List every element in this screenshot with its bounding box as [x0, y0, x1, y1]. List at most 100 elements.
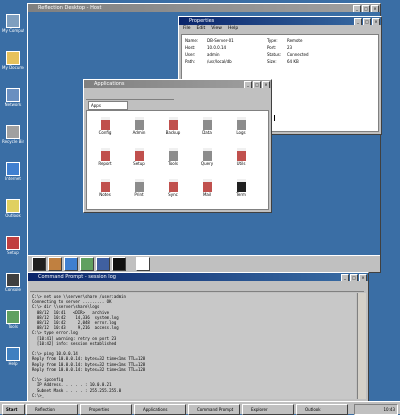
taskbar-button[interactable]: Reflection	[26, 404, 78, 415]
menu-file[interactable]: File	[183, 25, 191, 32]
properties-cell: Remote	[287, 38, 303, 43]
minimize-button[interactable]: _	[341, 274, 349, 281]
file-item[interactable]: Sync	[161, 179, 185, 197]
start-button[interactable]: Start	[2, 404, 25, 415]
console-icon	[6, 273, 20, 287]
maximize-button[interactable]: □	[350, 274, 358, 281]
desktop-icon-label: Help	[8, 361, 18, 366]
file-item[interactable]: Notes	[93, 179, 117, 197]
chart-icon[interactable]	[48, 257, 62, 271]
explorer-titlebar[interactable]: Applications _ □ ×	[84, 80, 271, 88]
file-item[interactable]: Term	[229, 179, 253, 197]
menu-view[interactable]: View	[211, 25, 222, 32]
file-item[interactable]: Mail	[195, 179, 219, 197]
close-button[interactable]: ×	[262, 81, 270, 88]
taskbar-button[interactable]: Properties	[80, 404, 132, 415]
recycle-bin-icon	[6, 125, 20, 139]
file-label: Notes	[99, 192, 111, 197]
file-icon	[236, 117, 246, 130]
desktop-icons: My Computer My Documents Network Recycle Bi…	[0, 0, 26, 400]
desktop-icon-label: Console	[5, 287, 21, 292]
quick-toolbar	[30, 256, 180, 271]
file-icon	[100, 148, 110, 161]
file-item[interactable]: Utils	[229, 148, 253, 166]
terminal-titlebar[interactable]: Command Prompt - session log _ □ ×	[28, 273, 368, 281]
terminal-icon[interactable]	[112, 257, 126, 271]
file-icon	[202, 179, 212, 192]
file-icon	[134, 148, 144, 161]
explorer-title: Applications	[94, 81, 125, 87]
menu-edit[interactable]: Edit	[197, 25, 206, 32]
properties-cell: Size:	[267, 59, 277, 64]
terminal-output[interactable]: C:\> net use \\server\share /user:admin C…	[30, 293, 356, 399]
minimize-button[interactable]: _	[354, 18, 362, 25]
file-item[interactable]: Print	[127, 179, 151, 197]
blank-icon[interactable]	[136, 257, 150, 271]
file-label: Setup	[133, 161, 145, 166]
properties-cell: admin	[207, 52, 220, 57]
desktop-icon-setup[interactable]: Setup	[2, 236, 24, 255]
properties-cell: Type:	[267, 38, 278, 43]
menu-help[interactable]: Help	[228, 25, 238, 32]
properties-cell: Status:	[267, 52, 282, 57]
file-item[interactable]: Logs	[229, 117, 253, 135]
desktop-icon-computer[interactable]: My Computer	[2, 14, 24, 33]
desktop-icon-folder[interactable]: My Documents	[2, 51, 24, 70]
file-item[interactable]: Data	[195, 117, 219, 135]
file-label: Utils	[236, 161, 246, 166]
desktop-icon-mail[interactable]: Outlook	[2, 199, 24, 218]
window-icon[interactable]	[96, 257, 110, 271]
desktop-icon-label: Network	[4, 102, 22, 107]
dos-icon[interactable]	[32, 257, 46, 271]
terminal-window[interactable]: Command Prompt - session log _ □ × C:\> …	[27, 272, 369, 404]
file-item[interactable]: Query	[195, 148, 219, 166]
properties-titlebar[interactable]: Properties _ □ ×	[179, 17, 381, 25]
address-field[interactable]: Apps	[88, 101, 128, 110]
file-label: Admin	[132, 130, 146, 135]
file-label: Data	[202, 130, 212, 135]
file-icon	[168, 117, 178, 130]
file-item[interactable]: Config	[93, 117, 117, 135]
host-window-titlebar[interactable]: Reflection Desktop - Host _ □ ×	[28, 4, 380, 12]
file-item[interactable]: Report	[93, 148, 117, 166]
taskbar-button[interactable]: Explorer	[242, 404, 294, 415]
properties-cell: 64 KB	[287, 59, 299, 64]
file-icon	[202, 148, 212, 161]
maximize-button[interactable]: □	[363, 18, 371, 25]
maximize-button[interactable]: □	[253, 81, 261, 88]
desktop-icon-console[interactable]: Console	[2, 273, 24, 292]
close-button[interactable]: ×	[372, 18, 380, 25]
network-icon	[6, 88, 20, 102]
properties-cell: DB-Server-01	[207, 38, 234, 43]
file-item[interactable]: Admin	[127, 117, 151, 135]
maximize-button[interactable]: □	[362, 5, 370, 12]
minimize-button[interactable]: _	[353, 5, 361, 12]
taskbar-button[interactable]: Command Prompt	[188, 404, 240, 415]
mail-icon	[6, 199, 20, 213]
desktop-icon-network[interactable]: Network	[2, 88, 24, 107]
file-item[interactable]: Tools	[161, 148, 185, 166]
desktop-icon-recycle-bin[interactable]: Recycle Bin	[2, 125, 24, 144]
file-label: Print	[134, 192, 144, 197]
desktop-icon-globe[interactable]: Internet	[2, 162, 24, 181]
close-button[interactable]: ×	[371, 5, 379, 12]
desktop-icon-tools[interactable]: Tools	[2, 310, 24, 329]
help-icon	[6, 347, 20, 361]
close-button[interactable]: ×	[359, 274, 367, 281]
minimize-button[interactable]: _	[244, 81, 252, 88]
file-label: Report	[98, 161, 112, 166]
desktop-icon-help[interactable]: Help	[2, 347, 24, 366]
properties-cell: User:	[185, 52, 196, 57]
globe-icon[interactable]	[64, 257, 78, 271]
explorer-window[interactable]: Applications _ □ × Apps Config Admin Backu…	[83, 79, 272, 213]
file-item[interactable]: Backup	[161, 117, 185, 135]
file-item[interactable]: Setup	[127, 148, 151, 166]
file-label: Tools	[168, 161, 178, 166]
file-icon	[202, 117, 212, 130]
desktop-icon-label: Recycle Bin	[2, 139, 24, 144]
terminal-scrollbar[interactable]	[357, 293, 366, 399]
gear-icon[interactable]	[80, 257, 94, 271]
taskbar-button[interactable]: Applications	[134, 404, 186, 415]
file-icon	[168, 179, 178, 192]
taskbar-button[interactable]: Outlook	[296, 404, 348, 415]
